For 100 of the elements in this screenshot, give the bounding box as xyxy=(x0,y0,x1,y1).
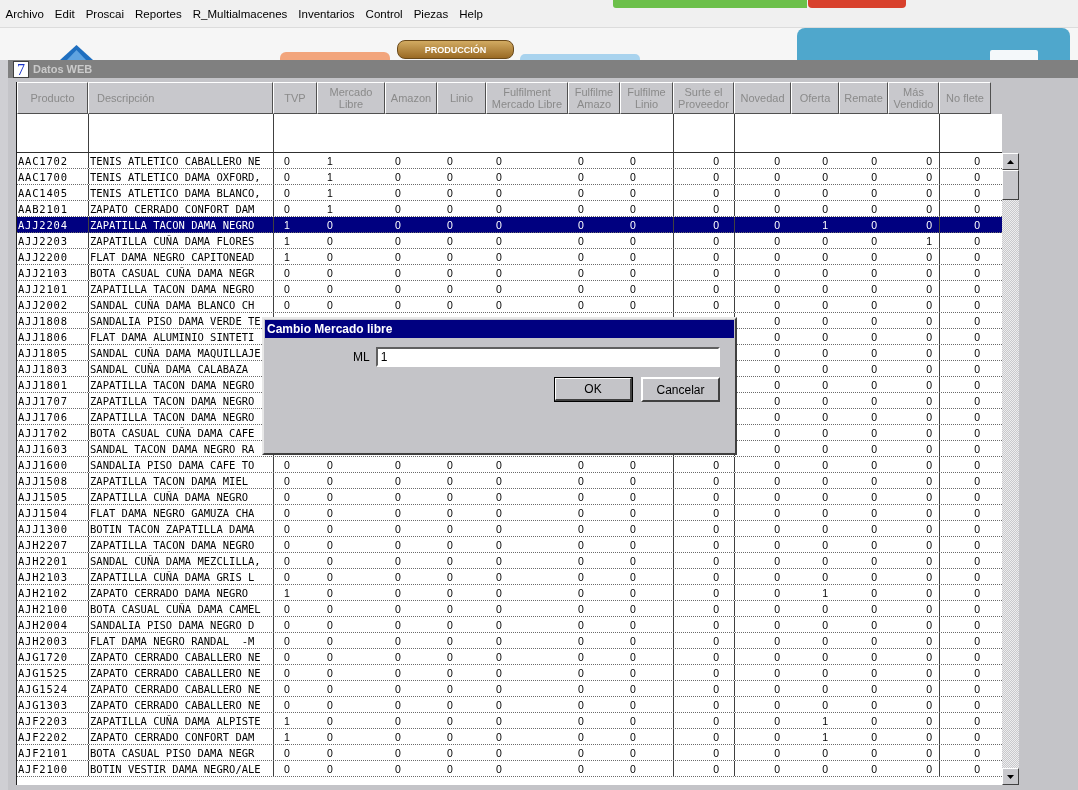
table-cell: 0 xyxy=(939,489,991,504)
table-cell-text: 1 xyxy=(821,585,829,600)
table-cell-text: AJJ1806 xyxy=(17,329,69,344)
table-cell-text: 0 xyxy=(629,585,637,600)
table-cell-text: 0 xyxy=(870,393,878,408)
table-cell: 0 xyxy=(273,745,317,760)
table-cell-text: 0 xyxy=(925,761,933,776)
table-cell-text: 0 xyxy=(870,761,878,776)
table-cell-text: AJF2100 xyxy=(17,761,69,776)
table-cell-text: 0 xyxy=(495,473,503,488)
table-cell-text: 0 xyxy=(446,585,454,600)
table-cell: ZAPATILLA TACON DAMA NEGRO xyxy=(90,378,255,391)
table-cell-text: 0 xyxy=(326,585,334,600)
table-cell-text: 0 xyxy=(870,249,878,264)
table-cell: 0 xyxy=(939,441,991,456)
table-cell-text: 0 xyxy=(446,633,454,648)
table-cell-text: 0 xyxy=(577,729,585,744)
table-cell-text: 0 xyxy=(577,201,585,216)
table-cell-text: 0 xyxy=(870,281,878,296)
table-cell-text: 0 xyxy=(394,729,402,744)
table-cell: 0 xyxy=(734,201,791,216)
table-cell-text: 0 xyxy=(821,153,829,168)
table-cell-text: 0 xyxy=(629,505,637,520)
table-cell-text: 0 xyxy=(629,217,637,232)
table-cell-text: 0 xyxy=(925,329,933,344)
table-cell: 0 xyxy=(273,201,317,216)
table-cell-text: 0 xyxy=(577,473,585,488)
table-cell-text: 1 xyxy=(326,185,334,200)
table-cell-text: 0 xyxy=(925,457,933,472)
table-cell-text: 0 xyxy=(629,521,637,536)
table-cell-text: 0 xyxy=(629,761,637,776)
table-cell-text: AJJ1603 xyxy=(17,441,69,456)
table-cell-text: 0 xyxy=(446,489,454,504)
table-cell-text: 0 xyxy=(870,441,878,456)
table-cell: SANDAL CUÑA DAMA CALABAZA xyxy=(90,362,249,375)
table-cell: ZAPATILLA CUÑA DAMA ALPISTE xyxy=(90,714,261,727)
table-cell-text: 0 xyxy=(394,569,402,584)
table-cell: 0 xyxy=(734,537,791,552)
table-cell: 0 xyxy=(673,201,734,216)
table-cell-text: 0 xyxy=(495,745,503,760)
table-cell: 0 xyxy=(673,153,734,168)
table-cell-text: AAC1702 xyxy=(17,153,69,168)
table-cell-text: 0 xyxy=(394,281,402,296)
table-cell-text: 0 xyxy=(821,361,829,376)
table-cell-text: 0 xyxy=(629,185,637,200)
table-cell: FLAT DAMA NEGRO GAMUZA CHA xyxy=(90,506,255,519)
table-cell-text: 0 xyxy=(446,537,454,552)
table-cell-text: 0 xyxy=(446,201,454,216)
table-cell: 0 xyxy=(734,521,791,536)
table-cell-text: AJG1303 xyxy=(17,697,69,712)
table-cell: 0 xyxy=(734,489,791,504)
table-cell: ZAPATILLA TACON DAMA NEGRO xyxy=(90,394,255,407)
table-cell-text: 0 xyxy=(577,217,585,232)
table-cell-text: 0 xyxy=(326,521,334,536)
table-cell: 0 xyxy=(939,713,991,728)
table-cell: 0 xyxy=(734,473,791,488)
table-cell-text: 0 xyxy=(821,697,829,712)
table-cell: 0 xyxy=(673,665,734,680)
table-cell-text: 0 xyxy=(870,489,878,504)
table-cell: 0 xyxy=(734,457,791,472)
table-cell-text: 0 xyxy=(925,377,933,392)
table-cell-text: 0 xyxy=(629,153,637,168)
table-cell-text: 0 xyxy=(821,681,829,696)
table-cell-text: 0 xyxy=(446,233,454,248)
table-cell-text: 0 xyxy=(870,217,878,232)
table-cell: 1 xyxy=(273,233,317,248)
table-cell-text: 0 xyxy=(394,233,402,248)
table-cell: 0 xyxy=(273,681,317,696)
table-cell: ZAPATILLA TACON DAMA NEGRO xyxy=(90,538,255,551)
table-cell-text: 0 xyxy=(925,489,933,504)
table-cell-text: 0 xyxy=(870,265,878,280)
table-cell-text: 0 xyxy=(446,217,454,232)
table-cell: 0 xyxy=(273,281,317,296)
table-cell-text: 0 xyxy=(925,249,933,264)
table-cell: 0 xyxy=(673,505,734,520)
table-cell: TENIS ATLETICO DAMA BLANCO, xyxy=(90,186,261,199)
table-cell: 0 xyxy=(939,409,991,424)
table-cell: 0 xyxy=(273,265,317,280)
table-cell: 0 xyxy=(939,169,991,184)
table-cell: 0 xyxy=(939,585,991,600)
table-cell: 0 xyxy=(673,713,734,728)
table-cell: 0 xyxy=(939,505,991,520)
table-cell-text: AJJ1707 xyxy=(17,393,69,408)
table-cell-text: AAB2101 xyxy=(17,201,69,216)
table-cell-text: 0 xyxy=(394,665,402,680)
table-cell-text: 0 xyxy=(394,633,402,648)
table-cell-text: 0 xyxy=(577,585,585,600)
table-cell: 0 xyxy=(939,697,991,712)
table-cell: 0 xyxy=(734,713,791,728)
table-cell: 0 xyxy=(939,393,991,408)
table-cell-text: 0 xyxy=(495,697,503,712)
table-cell-text: 0 xyxy=(629,681,637,696)
table-cell-text: AJJ1505 xyxy=(17,489,69,504)
table-cell-text: 0 xyxy=(629,457,637,472)
table-cell-text: 0 xyxy=(394,249,402,264)
table-cell-text: 0 xyxy=(577,553,585,568)
table-cell: 0 xyxy=(734,153,791,168)
table-cell-text: 0 xyxy=(446,249,454,264)
table-cell-text: 0 xyxy=(446,617,454,632)
table-cell-text: 0 xyxy=(870,153,878,168)
